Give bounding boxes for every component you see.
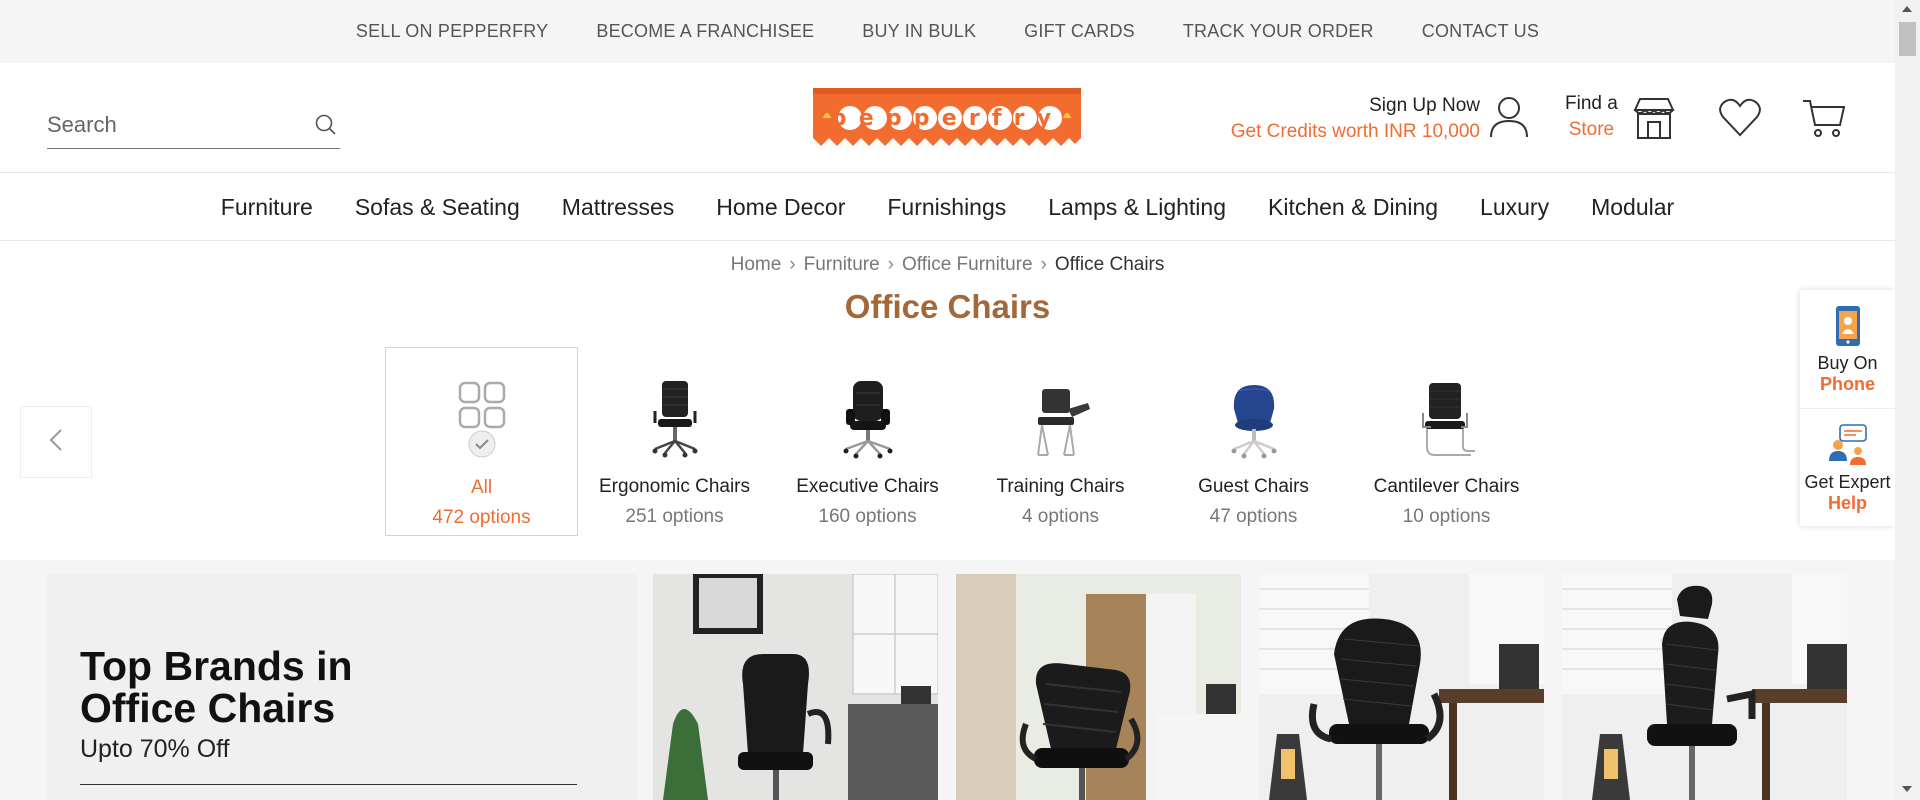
nav-kitchen-dining[interactable]: Kitchen & Dining xyxy=(1268,194,1438,221)
top-link-franchisee[interactable]: BECOME A FRANCHISEE xyxy=(596,21,814,42)
nav-sofas-seating[interactable]: Sofas & Seating xyxy=(355,194,520,221)
carousel-prev-button[interactable] xyxy=(20,406,92,478)
expert-chat-icon xyxy=(1826,424,1870,471)
chevron-right-icon: › xyxy=(789,254,796,275)
pepperfry-logo[interactable]: pepperfry xyxy=(813,88,1081,148)
chevron-right-icon: › xyxy=(1040,254,1047,275)
cantilever-chair-image xyxy=(1350,359,1543,459)
subcategory-name: All xyxy=(470,477,493,498)
chevron-left-icon xyxy=(49,428,63,457)
top-brands-title-line2: Office Chairs xyxy=(80,685,336,731)
subcategory-guest[interactable]: Guest Chairs 47 options xyxy=(1157,347,1350,536)
top-link-contact[interactable]: CONTACT US xyxy=(1422,21,1539,42)
top-link-bulk[interactable]: BUY IN BULK xyxy=(862,21,976,42)
nav-luxury[interactable]: Luxury xyxy=(1480,194,1549,221)
subcategory-name: Ergonomic Chairs xyxy=(599,476,750,497)
find-store-line2: Store xyxy=(1568,119,1615,140)
nav-mattresses[interactable]: Mattresses xyxy=(562,194,674,221)
scrollbar-thumb[interactable] xyxy=(1899,22,1916,56)
subcategory-all[interactable]: All 472 options xyxy=(385,347,578,536)
breadcrumb-home[interactable]: Home xyxy=(731,254,782,275)
search-icon[interactable] xyxy=(314,113,338,142)
subcategory-cantilever[interactable]: Cantilever Chairs 10 options xyxy=(1350,347,1543,536)
brand-card-2[interactable] xyxy=(956,574,1241,800)
page-title: Office Chairs xyxy=(844,288,1051,325)
expert-help-line2: Help xyxy=(1827,493,1867,513)
scroll-up-icon[interactable] xyxy=(1902,6,1912,12)
breadcrumb-office-furniture[interactable]: Office Furniture xyxy=(902,254,1033,275)
nav-lamps-lighting[interactable]: Lamps & Lighting xyxy=(1048,194,1226,221)
page-scrollbar[interactable] xyxy=(1895,0,1920,800)
side-help-widget: Buy On Phone Get Expert Help xyxy=(1800,290,1895,526)
nav-furnishings[interactable]: Furnishings xyxy=(887,194,1006,221)
find-store-line1: Find a xyxy=(1565,93,1618,114)
subcategory-name: Training Chairs xyxy=(996,476,1125,497)
page: SELL ON PEPPERFRY BECOME A FRANCHISEE BU… xyxy=(0,0,1920,800)
subcategory-count: 472 options xyxy=(432,507,531,528)
credits-label: Get Credits worth INR 10,000 xyxy=(1230,121,1480,142)
breadcrumb: Home › Furniture › Office Furniture › Office C… xyxy=(0,254,1895,276)
signup-block[interactable]: Sign Up Now Get Credits worth INR 10,000 xyxy=(1200,95,1480,143)
top-brands-title-line1: Top Brands in xyxy=(80,643,353,689)
search-box xyxy=(47,101,340,149)
buy-on-phone-line2: Phone xyxy=(1819,374,1875,394)
subcategory-count: 47 options xyxy=(1209,506,1298,527)
brand-card-3[interactable] xyxy=(1259,574,1544,800)
chair-photo-2 xyxy=(956,574,1241,800)
store-icon[interactable] xyxy=(1632,96,1676,145)
brand-card-1[interactable] xyxy=(653,574,938,800)
chevron-right-icon: › xyxy=(887,254,894,275)
breadcrumb-current: Office Chairs xyxy=(1054,254,1165,275)
subcategory-executive[interactable]: Executive Chairs 160 options xyxy=(771,347,964,536)
cart-icon[interactable] xyxy=(1802,97,1846,144)
subcategory-name: Executive Chairs xyxy=(796,476,939,497)
logo-text: pepperfry xyxy=(831,106,1064,131)
user-icon[interactable] xyxy=(1488,95,1530,144)
grid-icon xyxy=(386,360,577,460)
subcategory-ergonomic[interactable]: Ergonomic Chairs 251 options xyxy=(578,347,771,536)
buy-on-phone-line1: Buy On xyxy=(1817,353,1878,373)
get-expert-help-button[interactable]: Get Expert Help xyxy=(1800,408,1895,526)
search-input[interactable] xyxy=(47,111,297,138)
nav-furniture[interactable]: Furniture xyxy=(221,194,313,221)
training-chair-image xyxy=(964,359,1157,459)
heart-icon[interactable] xyxy=(1718,97,1762,142)
scroll-down-icon[interactable] xyxy=(1902,786,1912,792)
subcategory-count: 160 options xyxy=(818,506,917,527)
executive-chair-image xyxy=(771,359,964,459)
top-brands-title: Top Brands in Office Chairs xyxy=(80,645,353,729)
nav-home-decor[interactable]: Home Decor xyxy=(716,194,845,221)
ergonomic-chair-image xyxy=(578,359,771,459)
brand-image-row xyxy=(653,574,1847,800)
chair-photo-3 xyxy=(1259,574,1544,800)
subcategory-count: 4 options xyxy=(1021,506,1100,527)
subcategory-carousel: All 472 options Ergonomic Chairs 251 opt… xyxy=(385,347,1543,536)
category-nav: Furniture Sofas & Seating Mattresses Hom… xyxy=(0,174,1895,241)
subcategory-count: 251 options xyxy=(625,506,724,527)
guest-chair-image xyxy=(1157,359,1350,459)
find-store-block[interactable]: Find a Store xyxy=(1565,93,1618,141)
top-link-gift-cards[interactable]: GIFT CARDS xyxy=(1024,21,1135,42)
breadcrumb-furniture[interactable]: Furniture xyxy=(804,254,880,275)
chair-photo-1 xyxy=(653,574,938,800)
header: pepperfry Sign Up Now Get Credits worth … xyxy=(0,63,1895,173)
expert-help-line1: Get Expert xyxy=(1804,472,1891,492)
phone-icon xyxy=(1831,306,1865,352)
chair-photo-4 xyxy=(1562,574,1847,800)
signup-label: Sign Up Now xyxy=(1369,95,1480,116)
subcategory-training[interactable]: Training Chairs 4 options xyxy=(964,347,1157,536)
buy-on-phone-button[interactable]: Buy On Phone xyxy=(1800,290,1895,408)
divider xyxy=(80,784,577,785)
brand-card-4[interactable] xyxy=(1562,574,1847,800)
subcategory-name: Guest Chairs xyxy=(1198,476,1309,497)
top-utility-bar: SELL ON PEPPERFRY BECOME A FRANCHISEE BU… xyxy=(0,0,1895,63)
top-link-sell[interactable]: SELL ON PEPPERFRY xyxy=(356,21,548,42)
top-link-track-order[interactable]: TRACK YOUR ORDER xyxy=(1183,21,1374,42)
nav-modular[interactable]: Modular xyxy=(1591,194,1674,221)
top-brands-subtitle: Upto 70% Off xyxy=(80,735,230,763)
subcategory-count: 10 options xyxy=(1402,506,1491,527)
subcategory-name: Cantilever Chairs xyxy=(1373,476,1520,497)
